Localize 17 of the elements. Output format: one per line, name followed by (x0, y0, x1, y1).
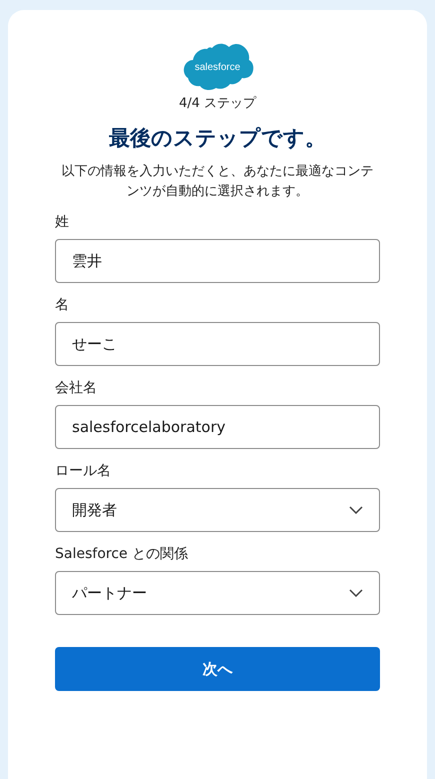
field-label: Salesforce との関係 (55, 546, 189, 563)
input-field[interactable]: せーこ (55, 322, 380, 366)
description-text: 以下の情報を入力いただくと、あなたに最適なコンテンツが自動的に選択されます。 (60, 163, 374, 201)
page-title: 最後のステップです。 (108, 125, 327, 152)
field-label: 名 (55, 297, 70, 314)
field-label: 姓 (55, 214, 70, 231)
select-field[interactable]: パートナー (55, 571, 380, 615)
select-field[interactable]: 開発者 (55, 488, 380, 532)
logo-text: salesforce (194, 62, 240, 72)
chevron-down-icon (349, 506, 363, 514)
input-field[interactable]: 雲井 (55, 239, 380, 283)
field-label: 会社名 (55, 380, 98, 397)
field-label: ロール名 (55, 463, 112, 480)
step-indicator: 4/4 ステップ (178, 95, 258, 112)
chevron-down-icon (349, 589, 363, 597)
input-field[interactable]: salesforcelaboratory (55, 405, 380, 449)
next-button[interactable]: 次へ (55, 647, 380, 691)
